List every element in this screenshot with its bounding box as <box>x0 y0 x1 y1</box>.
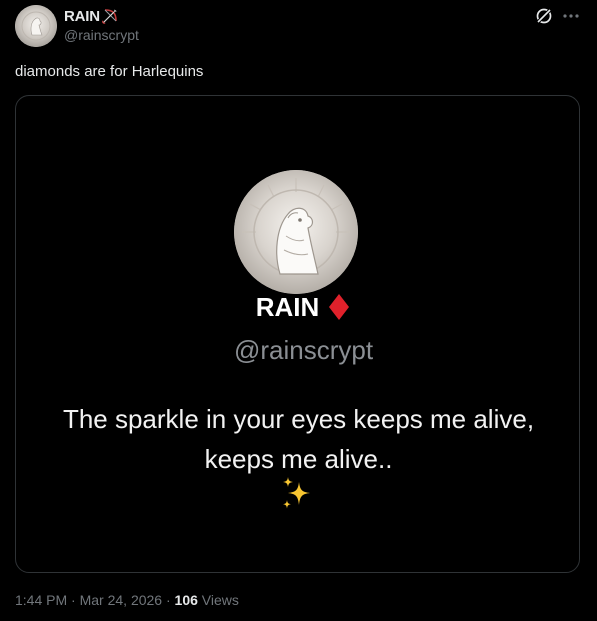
media-quote-line-1: The sparkle in your eyes keeps me alive, <box>62 404 535 434</box>
author-name[interactable]: RAIN <box>64 8 100 25</box>
red-diamond-icon <box>329 294 350 320</box>
views-count[interactable]: 106 <box>175 592 198 608</box>
media-handle: @rainscrypt <box>233 335 374 365</box>
more-options-icon[interactable] <box>561 6 581 26</box>
author-avatar[interactable] <box>15 5 57 47</box>
post-time[interactable]: 1:44 PM <box>15 592 67 608</box>
grok-icon[interactable] <box>534 6 554 26</box>
media-avatar-image <box>234 170 358 294</box>
sparkles-icon <box>280 476 314 512</box>
post-text: diamonds are for Harlequins <box>15 63 204 80</box>
post-meta: 1:44 PM · Mar 24, 2026 · 106 Views <box>15 592 239 608</box>
media-image[interactable]: RAIN @rainscrypt The sparkle in your eye… <box>15 95 580 573</box>
media-name: RAIN <box>255 291 320 322</box>
post-date[interactable]: Mar 24, 2026 <box>80 592 163 608</box>
meta-separator: · <box>162 592 175 608</box>
meta-separator: · <box>67 592 80 608</box>
author-handle[interactable]: @rainscrypt <box>64 27 139 43</box>
views-label: Views <box>197 592 239 608</box>
author-name-row[interactable]: RAIN <box>64 7 118 25</box>
bow-and-arrow-icon <box>101 8 118 24</box>
media-quote: The sparkle in your eyes keeps me alive,… <box>16 399 579 479</box>
media-name-row: RAIN <box>16 291 579 322</box>
tweet: RAIN @rainscrypt diamonds are for Harleq… <box>0 0 597 621</box>
media-quote-line-2: keeps me alive.. <box>204 444 393 474</box>
avatar-image <box>15 5 57 47</box>
